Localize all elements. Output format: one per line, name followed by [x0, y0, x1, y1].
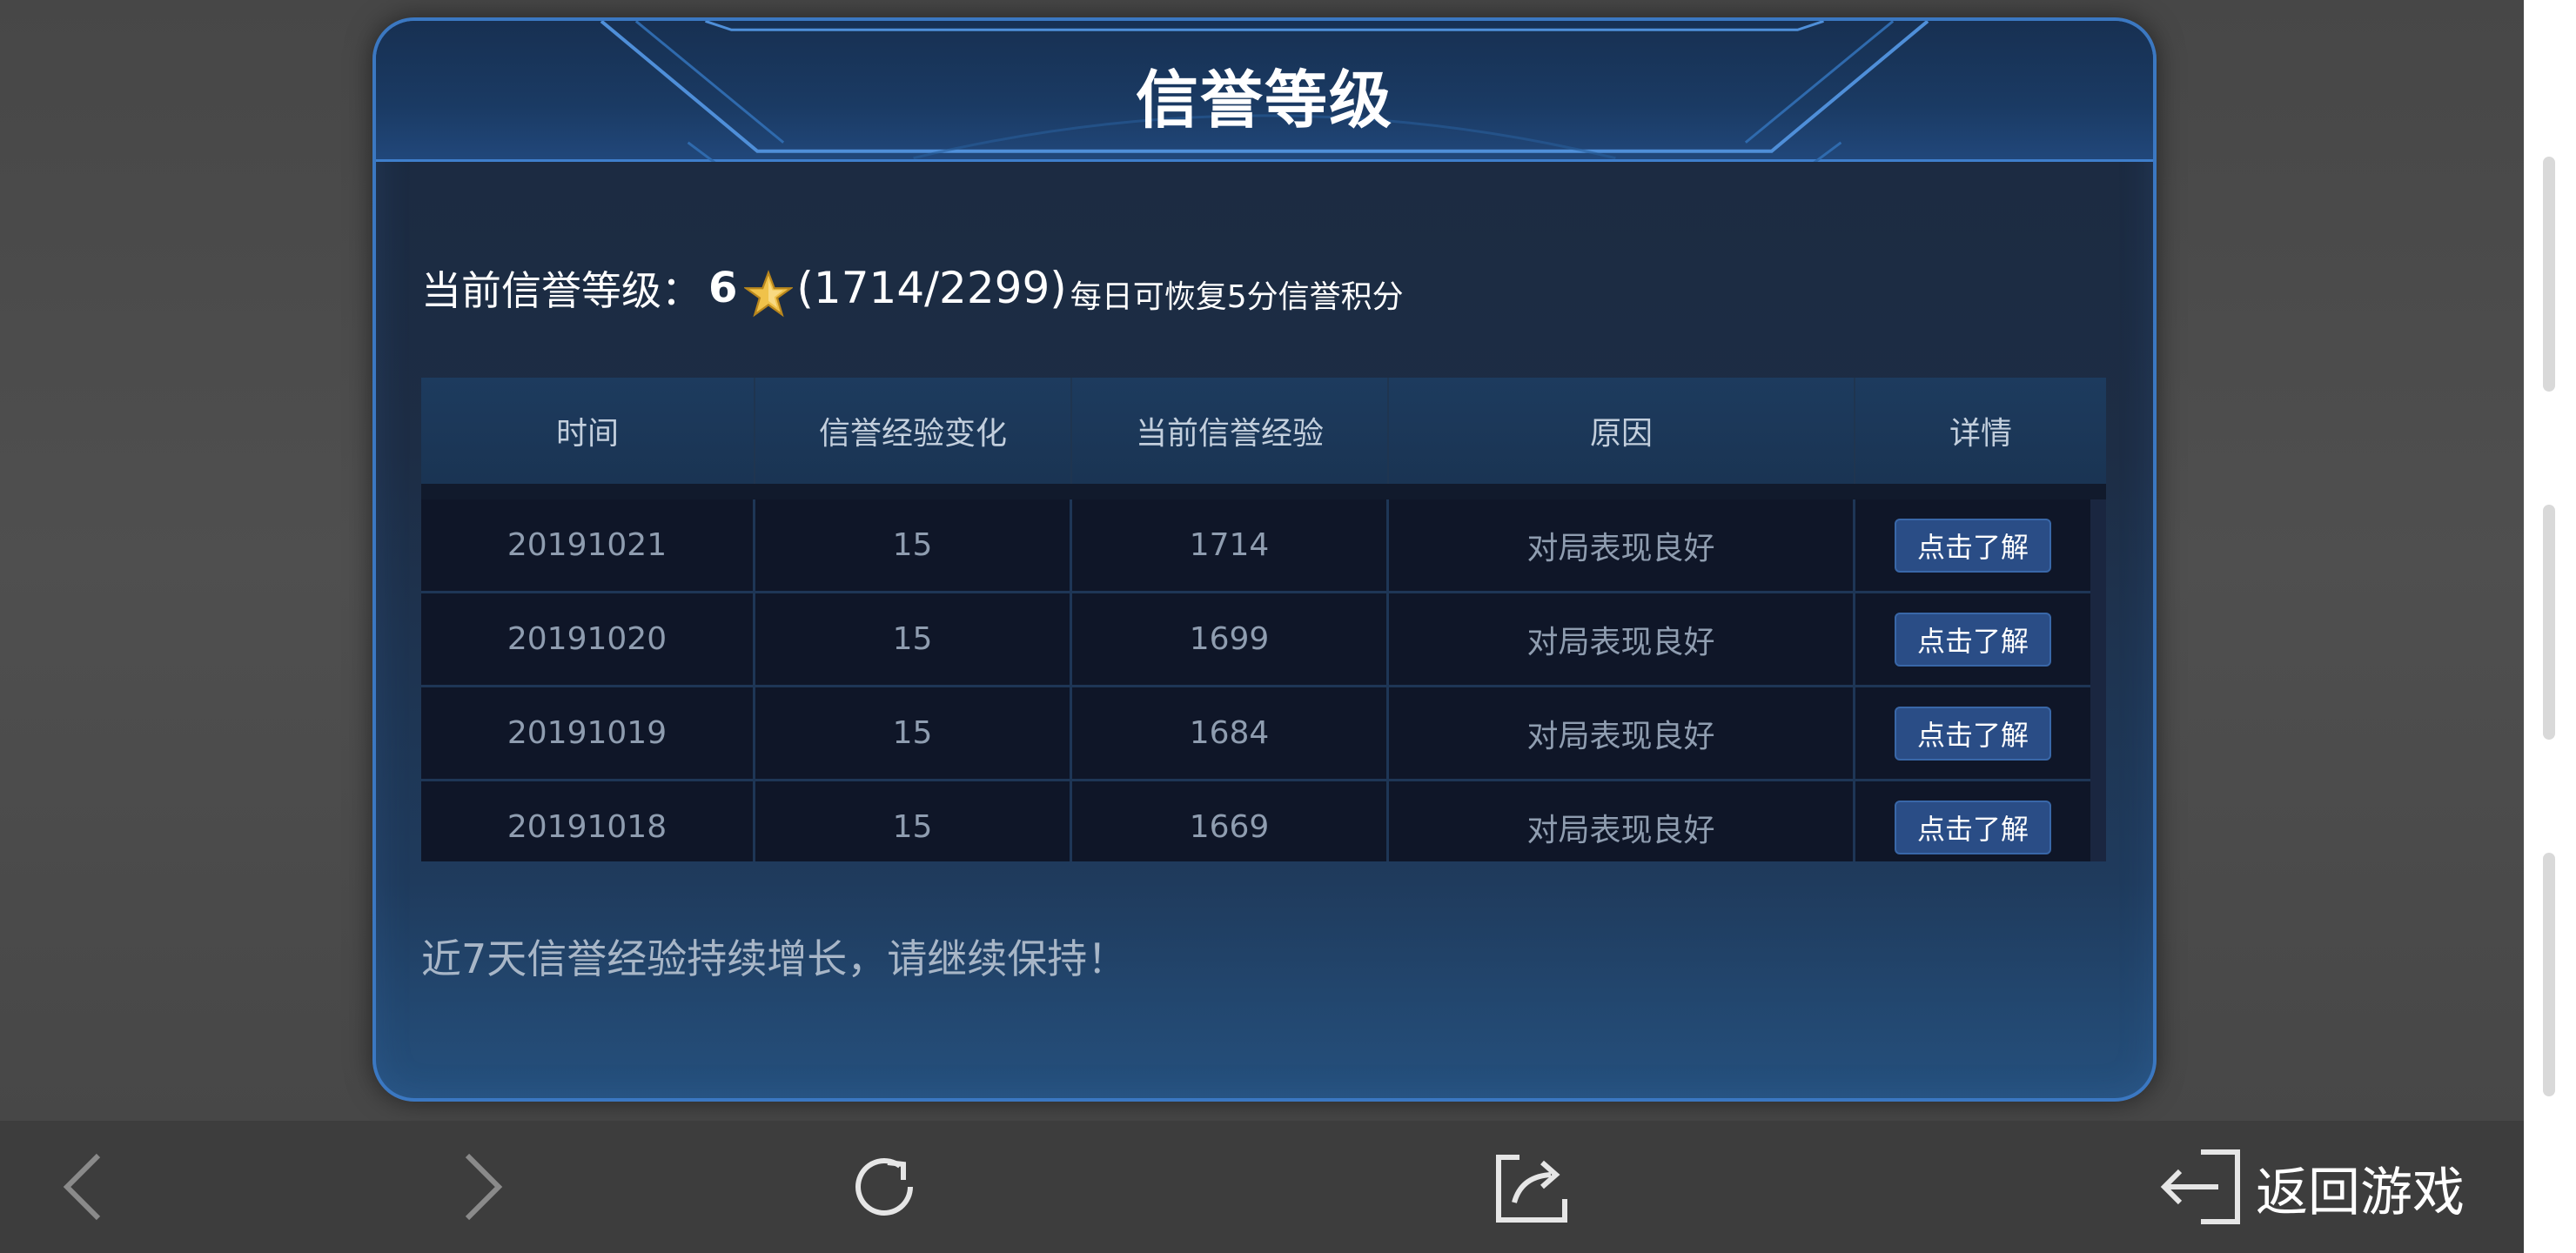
- credit-level-line: 当前信誉等级： 6 (1714/2299) 每日可恢复5分信誉积分: [421, 249, 1404, 327]
- detail-button[interactable]: 点击了解: [1895, 706, 2051, 761]
- detail-button[interactable]: 点击了解: [1895, 800, 2051, 854]
- cell-reason: 对局表现良好: [1389, 781, 1855, 861]
- column-header-reason: 原因: [1389, 378, 1855, 484]
- detail-button[interactable]: 点击了解: [1895, 612, 2051, 667]
- footer-note: 近7天信誉经验持续增长，请继续保持！: [421, 935, 1128, 982]
- panel-header: 信誉等级: [376, 21, 2153, 162]
- table-body[interactable]: 20191021 15 1714 对局表现良好 点击了解 20191020 15…: [421, 499, 2090, 861]
- table-row: 20191018 15 1669 对局表现良好 点击了解: [421, 781, 2090, 861]
- cell-change: 15: [755, 499, 1072, 591]
- bottom-nav-bar: [0, 1121, 2524, 1253]
- cell-change: 15: [755, 687, 1072, 779]
- cell-current: 1669: [1072, 781, 1389, 861]
- exit-icon[interactable]: [2153, 1145, 2249, 1229]
- level-progress: (1714/2299): [796, 263, 1067, 313]
- chevron-right-icon[interactable]: [453, 1145, 513, 1229]
- cell-current: 1699: [1072, 593, 1389, 685]
- column-header-detail: 详情: [1949, 416, 2012, 452]
- cell-detail: 点击了解: [1855, 593, 2090, 685]
- cell-detail: 点击了解: [1855, 781, 2090, 861]
- cell-date: 20191018: [421, 781, 755, 861]
- scrollbar-thumb[interactable]: [2543, 853, 2555, 1096]
- level-label: 当前信誉等级：: [421, 267, 701, 314]
- column-header-current: 当前信誉经验: [1072, 378, 1389, 484]
- chevron-left-icon[interactable]: [52, 1145, 113, 1229]
- cell-detail: 点击了解: [1855, 499, 2090, 591]
- table-scrollbar[interactable]: [2090, 499, 2106, 861]
- share-icon[interactable]: [1488, 1145, 1575, 1229]
- cell-change: 15: [755, 593, 1072, 685]
- table-row: 20191021 15 1714 对局表现良好 点击了解: [421, 499, 2090, 593]
- cell-date: 20191019: [421, 687, 755, 779]
- cell-date: 20191020: [421, 593, 755, 685]
- cell-current: 1714: [1072, 499, 1389, 591]
- cell-current: 1684: [1072, 687, 1389, 779]
- table-header: 时间 信誉经验变化 当前信誉经验 原因 详情: [421, 378, 2106, 484]
- table-row: 20191020 15 1699 对局表现良好 点击了解: [421, 593, 2090, 687]
- cell-date: 20191021: [421, 499, 755, 591]
- credit-history-table: 时间 信誉经验变化 当前信誉经验 原因 详情 20191021 15 1714 …: [421, 378, 2106, 861]
- level-recovery-note: 每日可恢复5分信誉积分: [1070, 279, 1404, 315]
- cell-change: 15: [755, 781, 1072, 861]
- level-value: 6: [708, 264, 738, 312]
- panel-title: 信誉等级: [1135, 64, 1393, 137]
- table-row: 20191019 15 1684 对局表现良好 点击了解: [421, 687, 2090, 781]
- scrollbar-thumb[interactable]: [2543, 157, 2555, 392]
- detail-button[interactable]: 点击了解: [1895, 518, 2051, 573]
- cell-reason: 对局表现良好: [1389, 499, 1855, 591]
- return-to-game-button[interactable]: 返回游戏: [2256, 1149, 2465, 1227]
- credit-level-panel: 信誉等级 当前信誉等级： 6 (1714/2299) 每日可恢复5分信誉积分 时…: [372, 17, 2157, 1102]
- column-header-time: 时间: [421, 378, 755, 484]
- scrollbar-thumb[interactable]: [2543, 505, 2555, 740]
- cell-detail: 点击了解: [1855, 687, 2090, 779]
- star-icon: [744, 270, 794, 318]
- cell-reason: 对局表现良好: [1389, 687, 1855, 779]
- cell-reason: 对局表现良好: [1389, 593, 1855, 685]
- column-header-change: 信誉经验变化: [755, 378, 1072, 484]
- refresh-icon[interactable]: [841, 1145, 928, 1229]
